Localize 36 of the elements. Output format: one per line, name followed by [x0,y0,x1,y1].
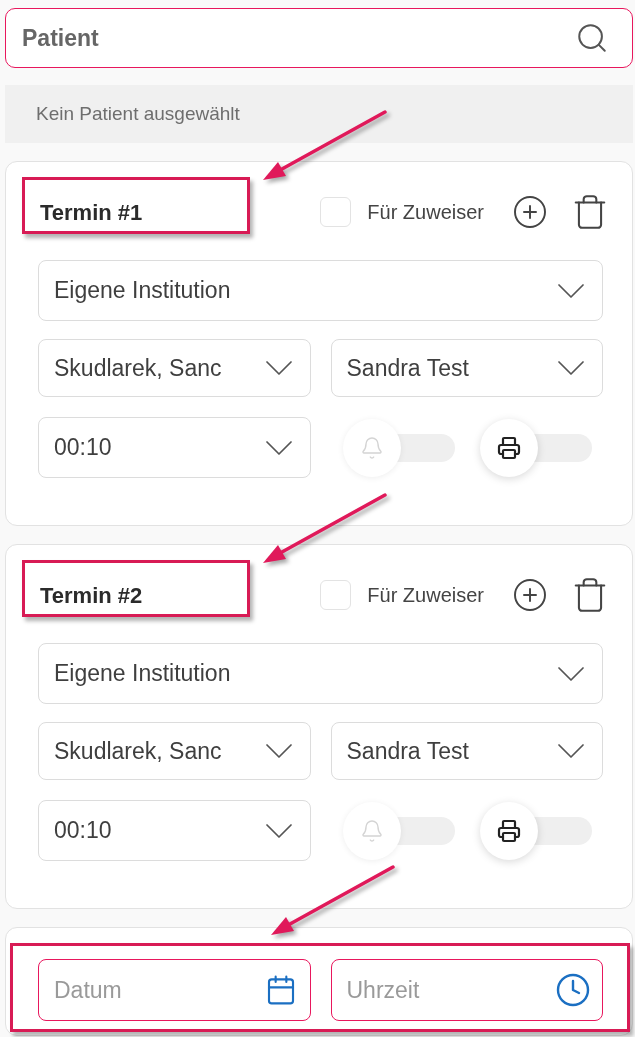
bell-icon [359,818,384,843]
date-field[interactable]: Datum [38,959,311,1021]
card-title: Termin #2 [39,581,143,610]
chevron-icon [265,823,292,838]
status-text: Kein Patient ausgewählt [36,101,240,126]
search-field[interactable]: Patient [5,8,633,68]
chevron-icon [265,361,292,375]
practitioner-dropdown[interactable]: Skudlarek, Sanc [38,339,311,397]
resource-dropdown[interactable]: Sandra Test [330,339,603,397]
printer-icon [496,818,521,843]
checkbox-label: Für Zuweiser [367,583,484,608]
search-icon[interactable] [575,21,609,55]
practitioner-dropdown[interactable]: Skudlarek, Sanc [38,722,311,780]
resource-dropdown[interactable]: Sandra Test [330,722,603,780]
clock-icon[interactable] [555,972,591,1008]
chevron-icon [265,440,292,455]
printer-icon [496,435,521,460]
time-field[interactable]: Uhrzeit [330,959,603,1021]
card-title: Termin #1 [39,198,143,227]
icon-toggle[interactable] [479,417,592,478]
institution-dropdown[interactable]: Eigene Institution [38,260,603,321]
chevron-icon [265,744,292,758]
add-icon[interactable] [512,194,548,230]
duration-dropdown[interactable]: 00:10 [38,417,311,478]
chevron-icon [558,283,584,298]
chevron-icon [558,666,584,681]
checkbox[interactable] [320,580,352,610]
institution-dropdown[interactable]: Eigene Institution [38,643,603,704]
add-icon[interactable] [512,577,548,613]
bell-icon [359,435,384,460]
chevron-icon [558,744,584,758]
checkbox[interactable] [320,197,352,227]
checkbox-label: Für Zuweiser [367,200,484,225]
chevron-icon [558,361,584,375]
icon-toggle[interactable] [479,800,592,861]
duration-dropdown[interactable]: 00:10 [38,800,311,861]
